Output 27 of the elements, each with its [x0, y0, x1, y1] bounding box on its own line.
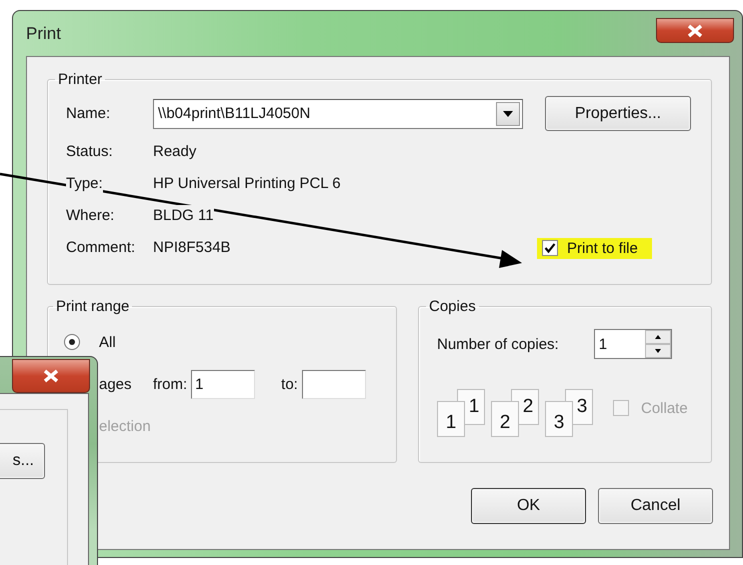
group-title: Printer: [57, 71, 104, 88]
close-icon: [42, 369, 60, 383]
from-label: from:: [153, 376, 188, 392]
print-to-file-checkbox[interactable]: Print to file: [537, 238, 652, 258]
option-label: ages: [99, 376, 133, 392]
cancel-button[interactable]: Cancel: [598, 488, 713, 524]
dropdown-arrow-icon: [503, 110, 513, 116]
copies-label: Number of copies:: [437, 336, 559, 352]
ok-button[interactable]: OK: [471, 488, 586, 524]
close-button[interactable]: [656, 18, 734, 43]
radio-button[interactable]: [64, 334, 80, 350]
check-icon: [544, 242, 556, 254]
from-field[interactable]: 1: [191, 370, 256, 398]
printer-dropdown[interactable]: \\b04print\B11LJ4050N: [153, 98, 523, 128]
to-field[interactable]: [302, 370, 366, 398]
option-label: All: [99, 334, 117, 350]
option-label: election: [99, 418, 152, 434]
group-title: Print range: [55, 298, 130, 315]
properties-button[interactable]: Properties...: [545, 96, 691, 131]
copies-spinner[interactable]: 1: [594, 329, 672, 359]
dialog-button[interactable]: s...: [0, 443, 45, 479]
close-icon: [686, 24, 704, 38]
window-title: Print: [26, 24, 61, 44]
name-label: Name:: [66, 105, 112, 122]
close-button[interactable]: [12, 359, 90, 393]
group-title: Copies: [428, 298, 477, 315]
to-label: to:: [281, 376, 298, 392]
